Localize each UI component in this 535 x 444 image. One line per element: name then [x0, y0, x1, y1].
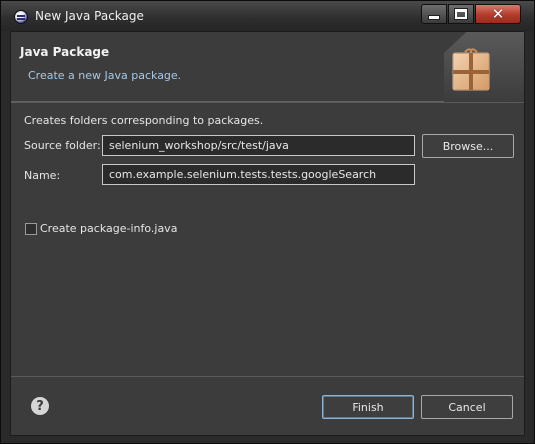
wizard-banner: Java Package Create a new Java package. — [11, 32, 524, 102]
package-icon — [452, 48, 490, 91]
banner-title: Java Package — [20, 45, 110, 59]
banner-subtitle: Create a new Java package. — [28, 69, 182, 82]
finish-button-label: Finish — [352, 400, 384, 414]
button-bar: ? Finish Cancel — [11, 376, 524, 435]
new-java-package-dialog: New Java Package ✕ Java Package Create a… — [0, 0, 535, 444]
description-text: Creates folders corresponding to package… — [24, 114, 264, 127]
minimize-button[interactable] — [421, 4, 447, 24]
finish-button[interactable]: Finish — [322, 395, 414, 419]
create-package-info-label[interactable]: Create package-info.java — [40, 222, 177, 235]
title-bar[interactable]: New Java Package ✕ — [1, 1, 534, 31]
minimize-icon — [429, 16, 439, 19]
package-name-field[interactable]: com.example.selenium.tests.tests.googleS… — [102, 164, 415, 185]
eclipse-icon — [14, 10, 28, 24]
close-button[interactable]: ✕ — [475, 4, 521, 24]
browse-button-label: Browse... — [442, 139, 494, 153]
source-folder-label: Source folder: — [24, 139, 101, 152]
source-folder-field[interactable]: selenium_workshop/src/test/java — [102, 135, 415, 156]
close-icon: ✕ — [491, 4, 505, 23]
dialog-content: Java Package Create a new Java package. … — [10, 31, 525, 436]
help-icon[interactable]: ? — [31, 397, 49, 415]
cancel-button[interactable]: Cancel — [421, 395, 513, 419]
maximize-icon — [455, 9, 467, 19]
maximize-button[interactable] — [448, 4, 474, 24]
create-package-info-checkbox[interactable] — [25, 223, 37, 235]
wizard-body: Creates folders corresponding to package… — [11, 102, 524, 376]
name-label: Name: — [24, 169, 61, 182]
cancel-button-label: Cancel — [448, 400, 486, 414]
window-title: New Java Package — [35, 9, 144, 23]
browse-button[interactable]: Browse... — [422, 134, 514, 158]
